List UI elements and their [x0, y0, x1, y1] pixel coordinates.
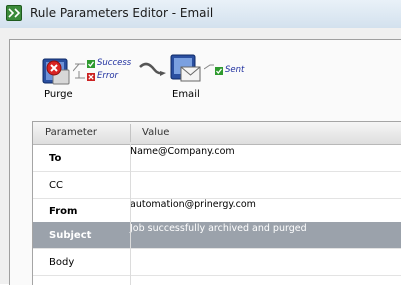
background-window-ghost — [245, 0, 401, 28]
param-value-field[interactable]: automation@prinergy.com — [130, 199, 256, 210]
param-name: CC — [49, 180, 63, 191]
sent-check-icon — [215, 67, 223, 75]
purge-label: Purge — [44, 89, 73, 100]
error-x-icon — [87, 73, 95, 81]
error-output-label[interactable]: Error — [97, 71, 118, 81]
grid-row-body[interactable]: Body — [33, 249, 401, 276]
param-name: Subject — [49, 230, 92, 241]
param-value-field[interactable]: Job successfully archived and purged — [130, 223, 307, 234]
grid-row-to[interactable]: To Name@Company.com — [33, 145, 401, 172]
title-bar[interactable]: Rule Parameters Editor - Email — [0, 0, 401, 29]
grid-row-from[interactable]: From automation@prinergy.com — [33, 198, 401, 225]
param-name: From — [49, 206, 78, 217]
purge-icon[interactable] — [41, 55, 73, 87]
param-name: Body — [49, 257, 75, 268]
grid-header: Parameter Value — [33, 122, 401, 145]
email-icon[interactable] — [168, 53, 204, 87]
parameter-column-header[interactable]: Parameter — [45, 127, 97, 138]
success-check-icon — [87, 60, 95, 68]
success-output-label[interactable]: Success — [97, 58, 131, 68]
column-divider[interactable] — [130, 124, 131, 142]
parameter-grid: Parameter Value To Name@Company.com CC F… — [32, 121, 401, 285]
app-icon — [6, 5, 22, 21]
grid-row-cc[interactable]: CC — [33, 172, 401, 199]
email-label: Email — [172, 89, 200, 100]
param-value-field[interactable]: Name@Company.com — [130, 146, 235, 157]
value-column-header[interactable]: Value — [142, 127, 169, 138]
sent-connector — [204, 64, 214, 70]
grid-row-subject[interactable]: Subject Job successfully archived and pu… — [33, 222, 401, 249]
grid-column-separator — [130, 144, 131, 285]
sent-output-label[interactable]: Sent — [225, 65, 244, 75]
window-title: Rule Parameters Editor - Email — [30, 6, 214, 20]
param-name: To — [49, 153, 62, 164]
link-connector-icon — [139, 62, 166, 76]
branch-connector — [73, 63, 85, 79]
